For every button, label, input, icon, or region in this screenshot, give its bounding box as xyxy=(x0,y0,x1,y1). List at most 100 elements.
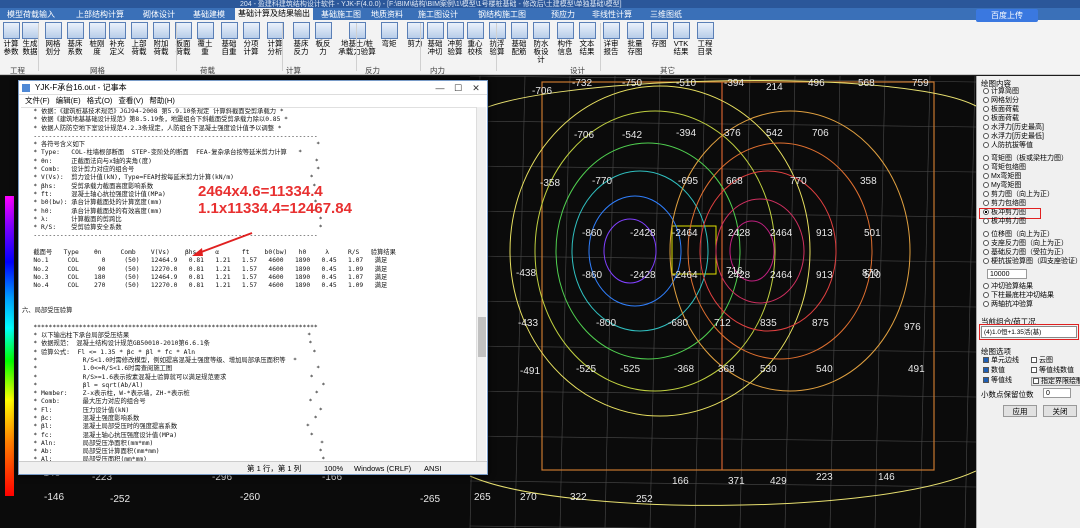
tab-3[interactable]: 基础建模 xyxy=(190,9,228,20)
ribbon-button-24[interactable]: 构件信息 xyxy=(554,22,576,64)
tab-9[interactable]: 预应力 xyxy=(548,9,578,20)
display-option-radio-3[interactable]: 板面荷载 xyxy=(983,115,1019,124)
ribbon-button-22[interactable]: 基础配筋 xyxy=(508,22,530,64)
contour-value-label: -2428 xyxy=(630,228,656,239)
ribbon-button-15[interactable]: 地基土/桩承载力验算 xyxy=(338,22,376,64)
check-option-radio-0[interactable]: 冲切验算结果 xyxy=(983,283,1033,292)
menu-format[interactable]: 格式(O) xyxy=(87,95,113,106)
ribbon-button-23[interactable]: 防水板设计 xyxy=(530,22,552,64)
ribbon-button-4[interactable]: 桩刚度 xyxy=(86,22,108,64)
ribbon-button-27[interactable]: 批量存图 xyxy=(624,22,646,64)
radio-indicator xyxy=(983,258,989,264)
ribbon-button-5[interactable]: 补充定义 xyxy=(106,22,128,64)
close-icon[interactable]: ✕ xyxy=(467,81,485,95)
tab-6[interactable]: 地质资料 xyxy=(368,9,406,20)
tab-4[interactable]: 基础计算及结果输出 xyxy=(235,8,313,20)
option-label: 等值线数值 xyxy=(1039,367,1074,374)
annotation-formula-2: 1.1x11334.4=12467.84 xyxy=(198,200,352,217)
display-option-radio-9[interactable]: Mx弯矩图 xyxy=(983,173,1021,182)
contour-value-label: 429 xyxy=(770,476,787,487)
ribbon-button-25[interactable]: 文本结果 xyxy=(576,22,598,64)
tab-11[interactable]: 三维图纸 xyxy=(647,9,685,20)
ribbon-tool-icon xyxy=(242,22,260,39)
display-option-radio-4[interactable]: 水浮力[历史最高] xyxy=(983,124,1044,133)
display-option-radio-16[interactable]: 支座反力图（向上为正） xyxy=(983,240,1068,249)
menu-view[interactable]: 查看(V) xyxy=(118,95,143,106)
draw-option-checkbox-4[interactable]: 等值线 xyxy=(983,377,1012,386)
ribbon-button-14[interactable]: 板反力 xyxy=(312,22,334,64)
draw-option-checkbox-2[interactable]: 数值 xyxy=(983,367,1005,376)
ribbon-button-label: 存图 xyxy=(651,39,667,48)
display-option-radio-10[interactable]: My弯矩图 xyxy=(983,182,1021,191)
menu-edit[interactable]: 编辑(E) xyxy=(56,95,81,106)
contour-value-label: -265 xyxy=(420,494,440,505)
display-option-radio-15[interactable]: 位移图（向上为正） xyxy=(983,231,1054,240)
display-option-radio-11[interactable]: 剪力图（向上为正） xyxy=(983,191,1054,200)
tab-7[interactable]: 施工图设计 xyxy=(415,9,461,20)
tab-5[interactable]: 基础施工图 xyxy=(318,9,364,20)
display-option-radio-14[interactable]: 板冲剪力图 xyxy=(983,218,1026,227)
display-option-radio-1[interactable]: 网格划分 xyxy=(983,97,1019,106)
menu-help[interactable]: 帮助(H) xyxy=(149,95,174,106)
ribbon-button-16[interactable]: 弯矩 xyxy=(378,22,400,64)
ribbon-button-9[interactable]: 覆土重 xyxy=(194,22,216,64)
menu-file[interactable]: 文件(F) xyxy=(25,95,50,106)
notepad-text-area[interactable]: * 依据：《建筑桩基技术规范》JGJ94-2008 第5.9.10条规定 计算斜… xyxy=(21,107,476,461)
value-input[interactable]: 10000 xyxy=(987,269,1027,279)
ribbon-tool-icon xyxy=(556,22,574,39)
apply-button[interactable]: 应用 xyxy=(1003,405,1037,417)
ribbon-button-13[interactable]: 基床反力 xyxy=(290,22,312,64)
decimal-places-input[interactable]: 0 xyxy=(1043,388,1071,398)
ribbon-button-3[interactable]: 基床系数 xyxy=(64,22,86,64)
ribbon-button-20[interactable]: 重心校核 xyxy=(464,22,486,64)
contour-value-label: -2464 xyxy=(672,228,698,239)
display-option-radio-18[interactable]: 梗抗拔验算图（四支座验证） xyxy=(983,258,1080,267)
contour-value-label: -510 xyxy=(676,78,696,89)
ribbon-button-7[interactable]: 附加荷载 xyxy=(150,22,172,64)
draw-option-checkbox-3[interactable]: 等值线数值 xyxy=(1031,367,1074,376)
display-option-radio-5[interactable]: 水浮力[历史最低] xyxy=(983,133,1044,142)
draw-option-checkbox-1[interactable]: 云图 xyxy=(1031,357,1053,366)
notepad-window[interactable]: YJK-F承台16.out - 记事本 — ☐ ✕ 文件(F) 编辑(E) 格式(O) 查… xyxy=(18,80,488,475)
ribbon-button-6[interactable]: 上部荷载 xyxy=(128,22,150,64)
ribbon-button-label: 地基土/桩承载力验算 xyxy=(338,39,376,56)
display-option-radio-8[interactable]: 弯矩包络图 xyxy=(983,164,1026,173)
baidu-upload-button[interactable]: 百度上传 xyxy=(976,9,1038,22)
close-button[interactable]: 关闭 xyxy=(1043,405,1077,417)
maximize-icon[interactable]: ☐ xyxy=(449,81,467,95)
contour-value-label: 2428 xyxy=(728,270,751,281)
ribbon-button-17[interactable]: 剪力 xyxy=(404,22,426,64)
draw-option-checkbox-5[interactable]: 指定界限绘制 xyxy=(1031,377,1080,386)
tab-10[interactable]: 非线性计算 xyxy=(589,9,635,20)
check-option-radio-2[interactable]: 两轴抗冲验算 xyxy=(983,301,1033,310)
ribbon-tool-icon xyxy=(88,22,106,39)
minimize-icon[interactable]: — xyxy=(431,81,449,95)
tab-2[interactable]: 砌体设计 xyxy=(140,9,178,20)
tab-0[interactable]: 模型荷载输入 xyxy=(4,9,58,20)
display-option-radio-17[interactable]: 基础反力图（受拉为正） xyxy=(983,249,1068,258)
ribbon-button-19[interactable]: 冲剪验算 xyxy=(444,22,466,64)
check-option-radio-1[interactable]: 下柱最底柱冲切结果 xyxy=(983,292,1054,301)
draw-option-checkbox-0[interactable]: 单元边线 xyxy=(983,357,1019,366)
ribbon-button-28[interactable]: 存图 xyxy=(648,22,670,64)
ribbon-button-18[interactable]: 基础冲切 xyxy=(424,22,446,64)
ribbon-button-10[interactable]: 基础自重 xyxy=(218,22,240,64)
ribbon-button-29[interactable]: VTK结果 xyxy=(670,22,692,64)
ribbon-button-30[interactable]: 工程目录 xyxy=(694,22,716,64)
vertical-scrollbar[interactable] xyxy=(476,107,486,461)
tab-8[interactable]: 钢结构施工图 xyxy=(475,9,529,20)
option-label: 剪力图（向上为正） xyxy=(991,191,1054,198)
display-option-radio-0[interactable]: 计算简图 xyxy=(983,88,1019,97)
display-option-radio-2[interactable]: 板面荷载 xyxy=(983,106,1019,115)
ribbon-button-21[interactable]: 抗浮验算 xyxy=(486,22,508,64)
display-option-radio-6[interactable]: 人防抗拔等值 xyxy=(983,142,1033,151)
display-option-radio-7[interactable]: 弯矩图（板或梁柱力图） xyxy=(983,155,1068,164)
ribbon-button-11[interactable]: 分项计算 xyxy=(240,22,262,64)
tab-1[interactable]: 上部结构计算 xyxy=(73,9,127,20)
scrollbar-thumb[interactable] xyxy=(478,317,486,357)
checkbox-indicator xyxy=(983,367,989,373)
option-label: 剪力包络图 xyxy=(991,200,1026,207)
ribbon-button-26[interactable]: 详审报告 xyxy=(600,22,622,64)
ribbon-button-2[interactable]: 网格划分 xyxy=(42,22,64,64)
option-label: 位移图（向上为正） xyxy=(991,231,1054,238)
